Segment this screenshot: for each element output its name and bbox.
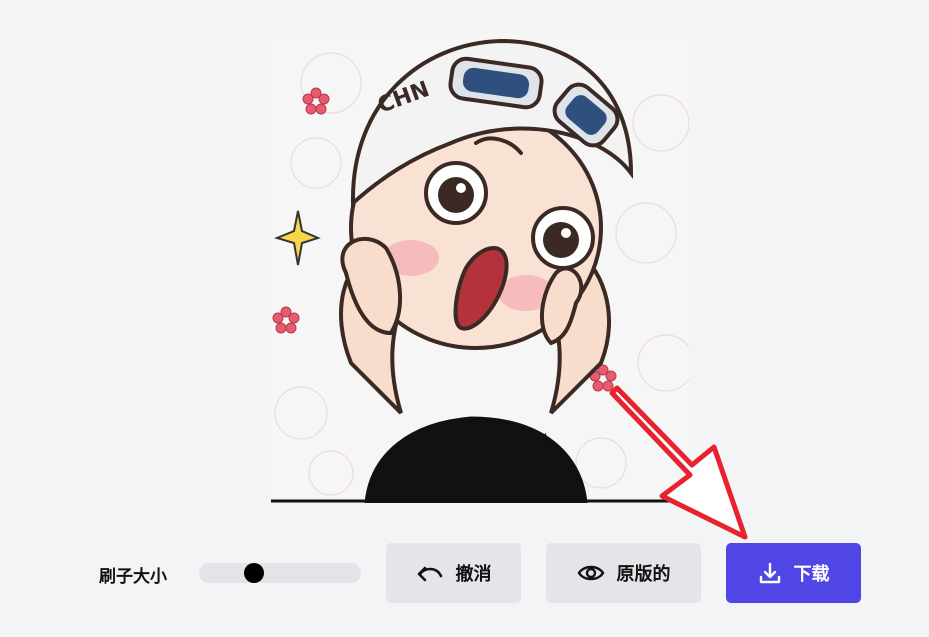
brush-size-label: 刷子大小 (99, 567, 167, 587)
download-button[interactable]: 下载 (726, 543, 861, 603)
edited-image-canvas[interactable]: CHN (271, 33, 689, 503)
brush-size-slider-knob[interactable] (244, 563, 264, 583)
download-icon (758, 561, 782, 585)
brush-size-slider[interactable] (199, 563, 361, 583)
original-label: 原版的 (616, 564, 671, 585)
undo-button[interactable]: 撤消 (386, 543, 521, 603)
editor-toolbar: 刷子大小 撤消 原版的 下载 (0, 543, 929, 603)
original-button[interactable]: 原版的 (546, 543, 701, 603)
download-label: 下载 (793, 564, 830, 585)
undo-icon (416, 562, 444, 584)
undo-label: 撤消 (455, 564, 492, 585)
cartoon-image: CHN (271, 38, 689, 503)
eye-icon (577, 563, 605, 583)
